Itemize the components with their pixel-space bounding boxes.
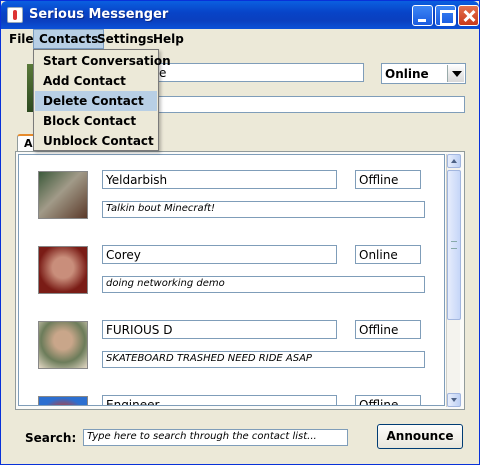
title-bar[interactable]: Serious Messenger — [1, 1, 479, 29]
window-title: Serious Messenger — [29, 7, 169, 22]
contact-message[interactable]: doing networking demo — [102, 276, 425, 293]
contact-row[interactable]: Yeldarbish Offline Talkin bout Minecraft… — [19, 155, 444, 230]
minimize-icon[interactable] — [412, 5, 433, 26]
search-label: Search: — [25, 431, 77, 445]
menu-help[interactable]: Help — [148, 29, 189, 49]
contact-row[interactable]: Corey Online doing networking demo — [19, 230, 444, 305]
status-select[interactable]: Online — [381, 63, 466, 84]
chevron-down-icon[interactable] — [447, 65, 464, 82]
contact-list-scrollbar[interactable] — [446, 154, 461, 407]
menu-item-block-contact[interactable]: Block Contact — [35, 111, 157, 131]
contact-name[interactable]: Corey — [102, 245, 337, 264]
java-app-icon — [7, 7, 23, 23]
contact-message[interactable]: SKATEBOARD TRASHED NEED RIDE ASAP — [102, 351, 425, 368]
contact-name[interactable]: Yeldarbish — [102, 170, 337, 189]
status-select-value: Online — [385, 67, 429, 81]
contact-status[interactable]: Offline — [355, 395, 421, 405]
messenger-window: Serious Messenger File Contacts Settings… — [0, 0, 480, 465]
contact-row[interactable]: Engineer Offline — [19, 380, 444, 405]
contact-avatar[interactable] — [38, 321, 88, 369]
contact-list-panel: Yeldarbish Offline Talkin bout Minecraft… — [15, 151, 465, 410]
menu-item-unblock-contact[interactable]: Unblock Contact — [35, 131, 157, 151]
scroll-up-icon[interactable] — [447, 154, 461, 168]
menu-bar: File Contacts Settings Help — [1, 29, 479, 49]
tab-contacts-label: A — [24, 137, 33, 150]
contact-avatar[interactable] — [38, 396, 88, 405]
contact-avatar[interactable] — [38, 171, 88, 219]
contact-status[interactable]: Offline — [355, 320, 421, 339]
maximize-icon[interactable] — [435, 5, 456, 26]
announce-button[interactable]: Announce — [377, 424, 463, 449]
contact-message[interactable]: Talkin bout Minecraft! — [102, 201, 425, 218]
contact-status[interactable]: Online — [355, 245, 421, 264]
menu-item-add-contact[interactable]: Add Contact — [35, 71, 157, 91]
scrollbar-thumb[interactable] — [447, 170, 461, 320]
contact-avatar[interactable] — [38, 246, 88, 294]
scroll-down-icon[interactable] — [447, 393, 461, 407]
search-input[interactable]: Type here to search through the contact … — [83, 429, 348, 446]
close-icon[interactable] — [458, 5, 479, 26]
contacts-menu-dropdown: Start Conversation Add Contact Delete Co… — [33, 49, 171, 151]
contact-row[interactable]: FURIOUS D Offline SKATEBOARD TRASHED NEE… — [19, 305, 444, 380]
menu-item-start-conversation[interactable]: Start Conversation — [35, 51, 171, 71]
contact-name[interactable]: Engineer — [102, 395, 337, 405]
contact-list[interactable]: Yeldarbish Offline Talkin bout Minecraft… — [18, 154, 445, 406]
menu-item-delete-contact[interactable]: Delete Contact — [35, 91, 157, 111]
contact-status[interactable]: Offline — [355, 170, 421, 189]
contact-name[interactable]: FURIOUS D — [102, 320, 337, 339]
